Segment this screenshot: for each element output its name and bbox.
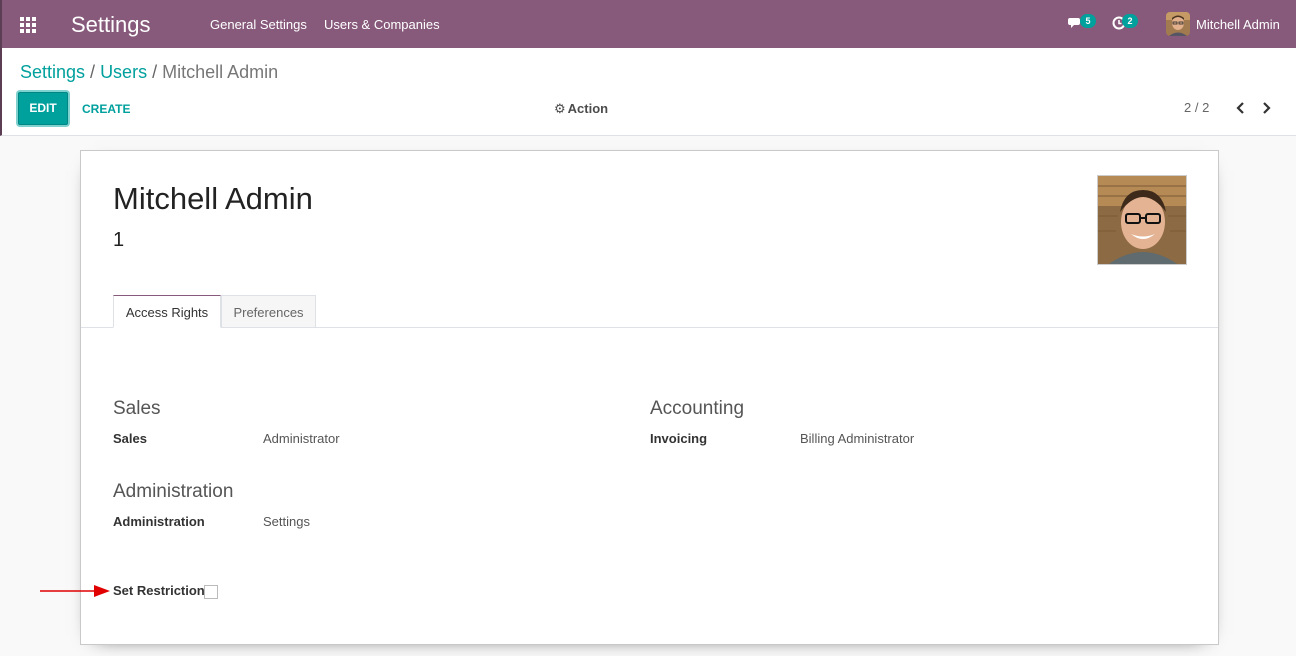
pager-value[interactable]: 2 / 2 — [1184, 100, 1209, 115]
field-label-sales: Sales — [113, 431, 147, 446]
activities-count-badge: 2 — [1122, 14, 1138, 28]
tab-preferences[interactable]: Preferences — [221, 295, 316, 328]
create-button[interactable]: CREATE — [82, 102, 130, 116]
group-title-administration: Administration — [113, 481, 234, 502]
menu-users-companies[interactable]: Users & Companies — [324, 17, 440, 32]
user-name: Mitchell Admin — [1196, 17, 1280, 32]
apps-menu-icon[interactable] — [20, 17, 36, 33]
chevron-left-icon — [1236, 102, 1244, 114]
field-value-sales[interactable]: Administrator — [263, 431, 340, 446]
breadcrumb: Settings / Users / Mitchell Admin — [20, 62, 278, 83]
menu-general-settings[interactable]: General Settings — [210, 17, 307, 32]
pager-next-button[interactable] — [1260, 100, 1274, 116]
annotation-arrow-icon — [40, 585, 110, 597]
breadcrumb-users[interactable]: Users — [100, 62, 147, 82]
control-panel: Settings / Users / Mitchell Admin EDIT CREAT… — [0, 48, 1296, 136]
group-title-sales: Sales — [113, 398, 161, 419]
set-restriction-label: Set Restriction — [113, 583, 205, 598]
form-sheet: Mitchell Admin 1 Access Rights Preferenc… — [80, 150, 1219, 645]
gear-icon: ⚙ — [554, 101, 566, 116]
edit-button[interactable]: EDIT — [18, 92, 68, 125]
user-photo[interactable] — [1097, 175, 1187, 265]
field-label-invoicing: Invoicing — [650, 431, 708, 446]
user-name-title: Mitchell Admin — [113, 181, 313, 216]
tab-access-rights[interactable]: Access Rights — [113, 295, 221, 328]
pager-previous-button[interactable] — [1233, 100, 1247, 116]
breadcrumb-separator: / — [90, 62, 96, 82]
user-avatar — [1166, 12, 1190, 36]
top-navbar: Settings General Settings Users & Compan… — [0, 0, 1296, 48]
messages-count-badge: 5 — [1080, 14, 1096, 28]
breadcrumb-separator: / — [152, 62, 158, 82]
chevron-right-icon — [1263, 102, 1271, 114]
action-label: Action — [567, 101, 609, 116]
action-dropdown[interactable]: ⚙ Action — [554, 101, 608, 117]
activities-menu[interactable]: 2 — [1112, 14, 1142, 36]
app-title[interactable]: Settings — [71, 12, 151, 38]
messages-menu[interactable]: 5 — [1068, 14, 1098, 36]
set-restriction-checkbox[interactable] — [204, 585, 218, 599]
breadcrumb-current: Mitchell Admin — [162, 62, 279, 82]
field-value-administration[interactable]: Settings — [263, 514, 310, 529]
breadcrumb-settings[interactable]: Settings — [20, 62, 85, 82]
field-value-invoicing[interactable]: Billing Administrator — [800, 431, 914, 446]
group-title-accounting: Accounting — [650, 398, 745, 419]
field-label-administration: Administration — [113, 514, 205, 529]
record-sub-value: 1 — [113, 229, 125, 251]
